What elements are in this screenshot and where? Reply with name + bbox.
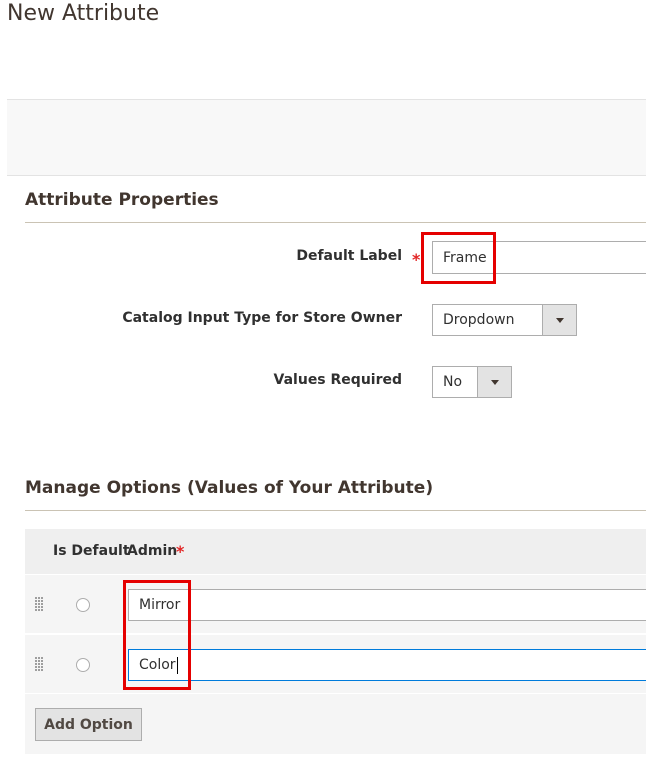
required-marker: * xyxy=(412,250,421,269)
default-label-label: Default Label xyxy=(296,248,402,264)
admin-column-header: Admin xyxy=(127,543,178,559)
input-type-value: Dropdown xyxy=(443,312,515,328)
section-divider xyxy=(25,510,646,511)
add-option-button[interactable]: Add Option xyxy=(35,708,142,741)
input-type-label: Catalog Input Type for Store Owner xyxy=(122,310,402,326)
drag-handle-icon[interactable] xyxy=(35,597,44,611)
is-default-radio[interactable] xyxy=(76,598,90,612)
admin-option-input-focused[interactable]: Color xyxy=(128,649,646,681)
input-type-select[interactable]: Dropdown xyxy=(432,304,577,336)
values-required-value: No xyxy=(443,374,463,390)
values-required-label: Values Required xyxy=(273,372,402,388)
attribute-properties-title: Attribute Properties xyxy=(25,190,219,210)
default-label-value: Frame xyxy=(443,249,487,266)
chevron-down-icon[interactable] xyxy=(542,305,576,335)
values-required-select[interactable]: No xyxy=(432,366,512,398)
admin-option-input[interactable]: Mirror xyxy=(128,589,646,621)
is-default-column-header: Is Default xyxy=(53,543,130,559)
admin-option-value: Color xyxy=(139,657,176,673)
section-divider xyxy=(25,222,646,223)
admin-option-value: Mirror xyxy=(139,597,181,613)
manage-options-title: Manage Options (Values of Your Attribute… xyxy=(25,478,434,498)
chevron-down-icon[interactable] xyxy=(477,367,511,397)
default-label-input[interactable]: Frame xyxy=(432,241,646,274)
page-actions-bar xyxy=(7,99,646,176)
text-cursor xyxy=(176,656,178,674)
page-title: New Attribute xyxy=(7,1,160,26)
drag-handle-icon[interactable] xyxy=(35,657,44,671)
is-default-radio[interactable] xyxy=(76,658,90,672)
required-marker: * xyxy=(176,542,185,561)
